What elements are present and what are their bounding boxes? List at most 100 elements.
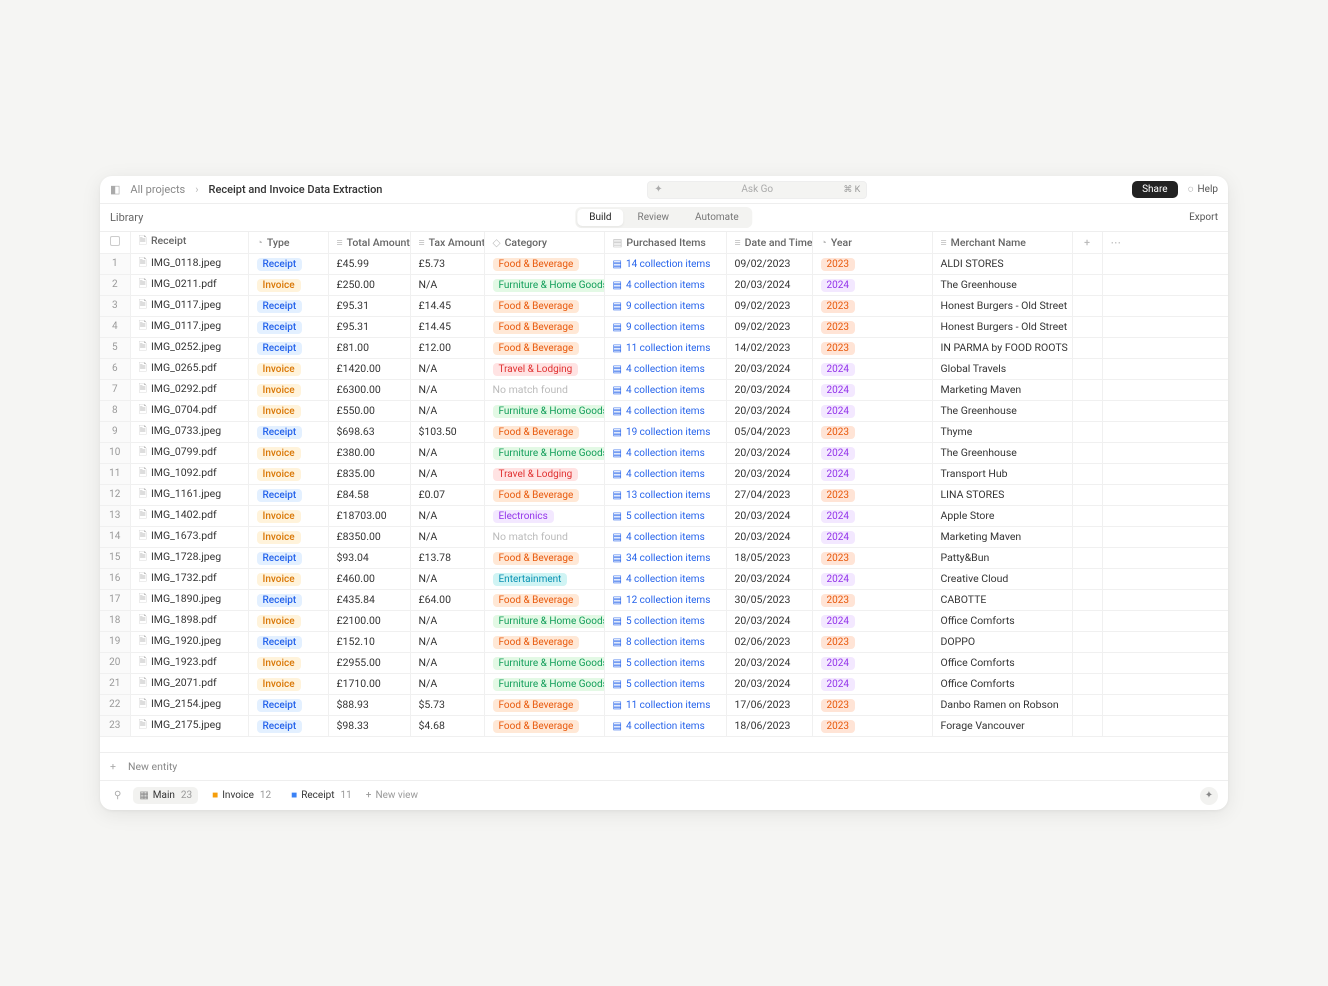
table-row[interactable]: 23🗎IMG_2175.jpegReceipt$98.33$4.68Food &… xyxy=(100,715,1228,736)
cell-merchant[interactable]: ALDI STORES xyxy=(932,253,1072,274)
items-link[interactable]: ▤4 collection items xyxy=(613,364,705,375)
cell-category[interactable]: Food & Beverage xyxy=(484,337,604,358)
cell-year[interactable]: 2023 xyxy=(812,253,932,274)
row-number[interactable]: 22 xyxy=(100,694,130,715)
row-number[interactable]: 1 xyxy=(100,253,130,274)
cell-tax[interactable]: N/A xyxy=(410,400,484,421)
cell-items[interactable]: ▤5 collection items xyxy=(604,505,726,526)
cell-type[interactable]: Invoice xyxy=(248,673,328,694)
cell-items[interactable]: ▤5 collection items xyxy=(604,673,726,694)
cell-total[interactable]: $698.63 xyxy=(328,421,410,442)
header-type[interactable]: ◔Type xyxy=(248,232,328,253)
cell-total[interactable]: £6300.00 xyxy=(328,379,410,400)
cell-file[interactable]: 🗎IMG_1732.pdf xyxy=(130,568,248,589)
cell-items[interactable]: ▤11 collection items xyxy=(604,694,726,715)
add-column-button[interactable]: + xyxy=(1072,232,1102,253)
cell-date[interactable]: 14/02/2023 xyxy=(726,337,812,358)
table-row[interactable]: 9🗎IMG_0733.jpegReceipt$698.63$103.50Food… xyxy=(100,421,1228,442)
table-row[interactable]: 4🗎IMG_0117.jpegReceipt£95.31£14.45Food &… xyxy=(100,316,1228,337)
items-link[interactable]: ▤5 collection items xyxy=(613,679,705,690)
cell-items[interactable]: ▤8 collection items xyxy=(604,631,726,652)
items-link[interactable]: ▤8 collection items xyxy=(613,637,705,648)
cell-items[interactable]: ▤4 collection items xyxy=(604,568,726,589)
items-link[interactable]: ▤9 collection items xyxy=(613,322,705,333)
cell-total[interactable]: £95.31 xyxy=(328,316,410,337)
cell-type[interactable]: Receipt xyxy=(248,253,328,274)
cell-file[interactable]: 🗎IMG_1728.jpeg xyxy=(130,547,248,568)
cell-items[interactable]: ▤4 collection items xyxy=(604,463,726,484)
cell-total[interactable]: £250.00 xyxy=(328,274,410,295)
table-row[interactable]: 1🗎IMG_0118.jpegReceipt£45.99£5.73Food & … xyxy=(100,253,1228,274)
share-button[interactable]: Share xyxy=(1132,181,1177,198)
cell-category[interactable]: Travel & Lodging xyxy=(484,463,604,484)
cell-merchant[interactable]: The Greenhouse xyxy=(932,442,1072,463)
row-number[interactable]: 9 xyxy=(100,421,130,442)
table-row[interactable]: 8🗎IMG_0704.pdfInvoice£550.00N/AFurniture… xyxy=(100,400,1228,421)
cell-items[interactable]: ▤5 collection items xyxy=(604,652,726,673)
cell-date[interactable]: 20/03/2024 xyxy=(726,463,812,484)
row-number[interactable]: 13 xyxy=(100,505,130,526)
row-number[interactable]: 5 xyxy=(100,337,130,358)
cell-year[interactable]: 2023 xyxy=(812,631,932,652)
cell-date[interactable]: 09/02/2023 xyxy=(726,316,812,337)
cell-date[interactable]: 02/06/2023 xyxy=(726,631,812,652)
cell-year[interactable]: 2023 xyxy=(812,715,932,736)
tab-automate[interactable]: Automate xyxy=(683,209,751,226)
cell-category[interactable]: Food & Beverage xyxy=(484,547,604,568)
row-number[interactable]: 14 xyxy=(100,526,130,547)
cell-tax[interactable]: £12.00 xyxy=(410,337,484,358)
cell-type[interactable]: Receipt xyxy=(248,715,328,736)
cell-items[interactable]: ▤4 collection items xyxy=(604,400,726,421)
cell-category[interactable]: Food & Beverage xyxy=(484,484,604,505)
cell-year[interactable]: 2023 xyxy=(812,316,932,337)
cell-tax[interactable]: N/A xyxy=(410,652,484,673)
cell-tax[interactable]: N/A xyxy=(410,526,484,547)
cell-file[interactable]: 🗎IMG_1923.pdf xyxy=(130,652,248,673)
cell-type[interactable]: Receipt xyxy=(248,316,328,337)
cell-date[interactable]: 05/04/2023 xyxy=(726,421,812,442)
cell-type[interactable]: Invoice xyxy=(248,610,328,631)
items-link[interactable]: ▤5 collection items xyxy=(613,616,705,627)
cell-merchant[interactable]: The Greenhouse xyxy=(932,274,1072,295)
cell-category[interactable]: Furniture & Home Goods xyxy=(484,673,604,694)
cell-file[interactable]: 🗎IMG_1920.jpeg xyxy=(130,631,248,652)
cell-total[interactable]: £81.00 xyxy=(328,337,410,358)
cell-category[interactable]: Furniture & Home Goods xyxy=(484,610,604,631)
cell-type[interactable]: Invoice xyxy=(248,400,328,421)
cell-merchant[interactable]: Thyme xyxy=(932,421,1072,442)
ask-go-input[interactable]: ✦ Ask Go ⌘ K xyxy=(647,181,867,199)
cell-category[interactable]: Food & Beverage xyxy=(484,295,604,316)
cell-date[interactable]: 20/03/2024 xyxy=(726,274,812,295)
table-row[interactable]: 18🗎IMG_1898.pdfInvoice£2100.00N/AFurnitu… xyxy=(100,610,1228,631)
header-category[interactable]: ◇Category xyxy=(484,232,604,253)
row-number[interactable]: 2 xyxy=(100,274,130,295)
cell-tax[interactable]: £5.73 xyxy=(410,253,484,274)
cell-file[interactable]: 🗎IMG_1673.pdf xyxy=(130,526,248,547)
row-number[interactable]: 6 xyxy=(100,358,130,379)
cell-tax[interactable]: £14.45 xyxy=(410,295,484,316)
cell-category[interactable]: Food & Beverage xyxy=(484,589,604,610)
table-row[interactable]: 20🗎IMG_1923.pdfInvoice£2955.00N/AFurnitu… xyxy=(100,652,1228,673)
cell-date[interactable]: 18/05/2023 xyxy=(726,547,812,568)
header-year[interactable]: ◔Year xyxy=(812,232,932,253)
row-number[interactable]: 23 xyxy=(100,715,130,736)
cell-total[interactable]: £460.00 xyxy=(328,568,410,589)
cell-date[interactable]: 20/03/2024 xyxy=(726,358,812,379)
tab-review[interactable]: Review xyxy=(626,209,682,226)
cell-date[interactable]: 20/03/2024 xyxy=(726,652,812,673)
help-button[interactable]: ◌ Help xyxy=(1188,184,1218,195)
cell-merchant[interactable]: Apple Store xyxy=(932,505,1072,526)
cell-tax[interactable]: N/A xyxy=(410,568,484,589)
cell-tax[interactable]: $103.50 xyxy=(410,421,484,442)
cell-type[interactable]: Receipt xyxy=(248,589,328,610)
breadcrumb-all-projects[interactable]: All projects xyxy=(130,183,185,196)
cell-total[interactable]: £1420.00 xyxy=(328,358,410,379)
cell-date[interactable]: 30/05/2023 xyxy=(726,589,812,610)
items-link[interactable]: ▤11 collection items xyxy=(613,343,711,354)
cell-tax[interactable]: $4.68 xyxy=(410,715,484,736)
row-number[interactable]: 11 xyxy=(100,463,130,484)
new-entity-button[interactable]: + New entity xyxy=(100,752,1228,780)
items-link[interactable]: ▤4 collection items xyxy=(613,448,705,459)
cell-year[interactable]: 2024 xyxy=(812,442,932,463)
cell-file[interactable]: 🗎IMG_0265.pdf xyxy=(130,358,248,379)
